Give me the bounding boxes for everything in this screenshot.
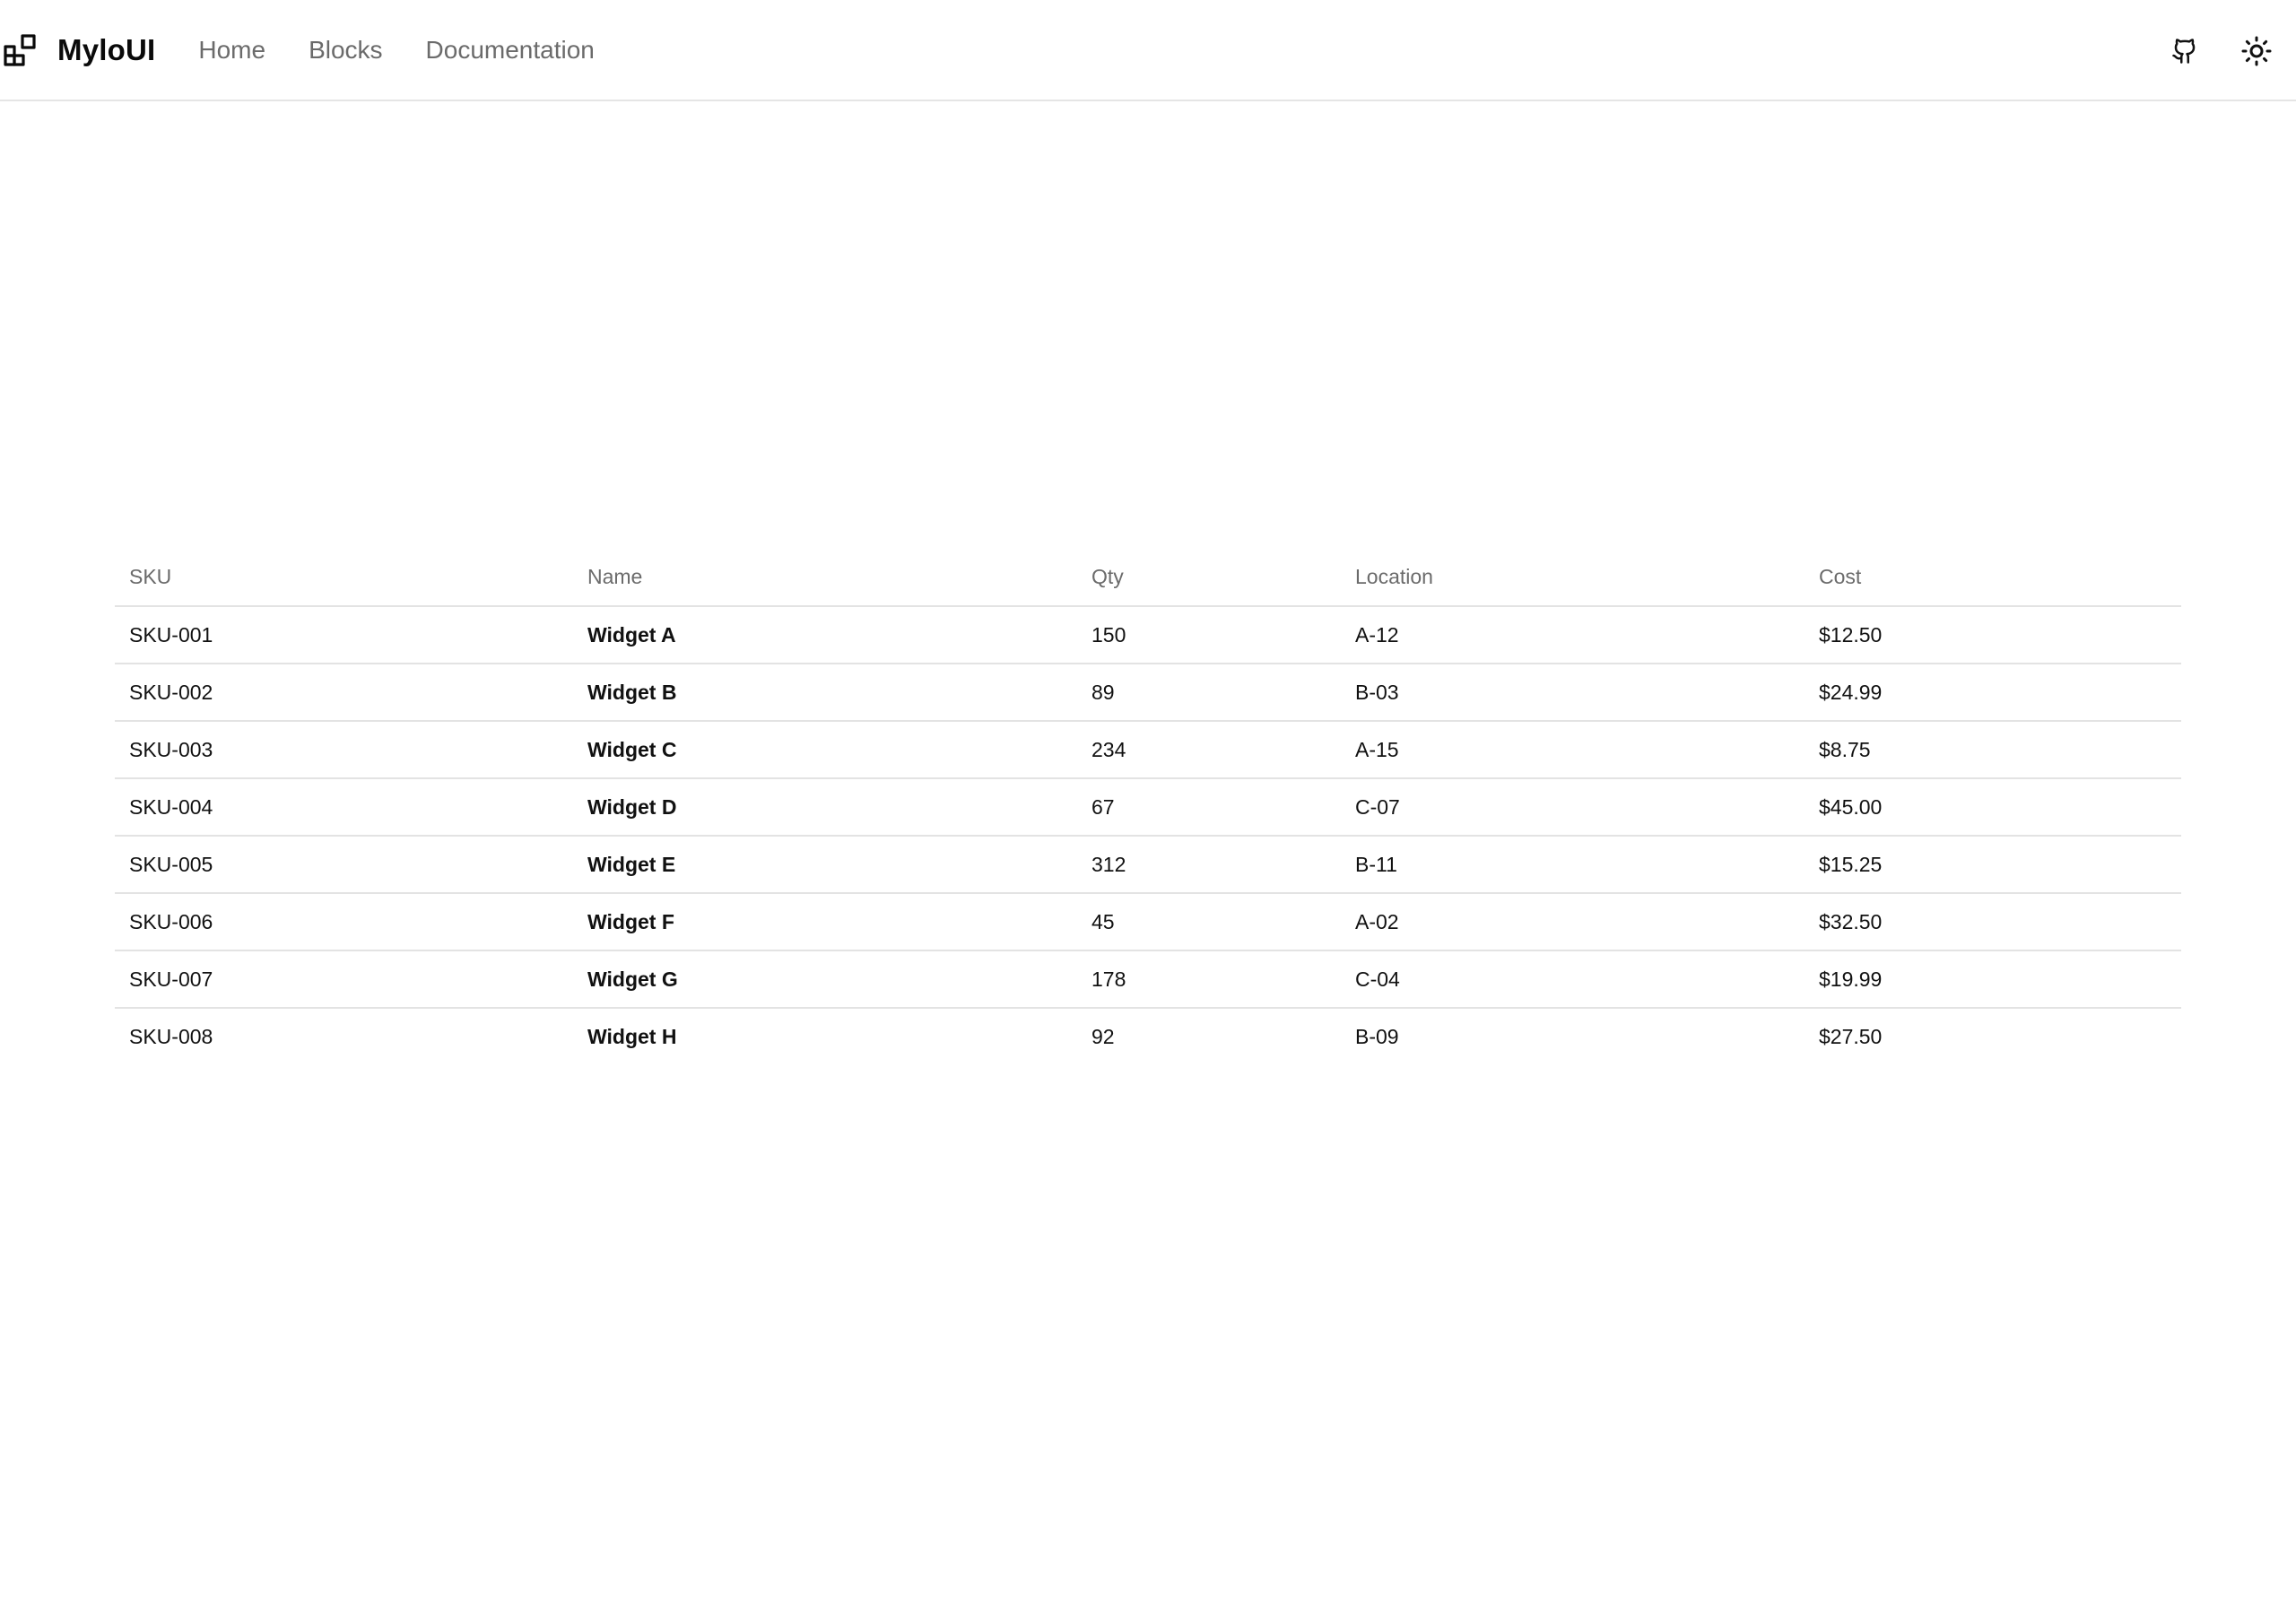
- cost-cell: $19.99: [1805, 950, 2181, 1009]
- table-row: SKU-001 Widget A 150 A-12 $12.50: [115, 606, 2181, 664]
- location-cell: B-03: [1341, 664, 1805, 722]
- table-row: SKU-003 Widget C 234 A-15 $8.75: [115, 721, 2181, 779]
- column-header-cost: Cost: [1805, 549, 2181, 607]
- location-cell: A-12: [1341, 606, 1805, 664]
- sku-cell: SKU-004: [115, 778, 573, 837]
- table-row: SKU-007 Widget G 178 C-04 $19.99: [115, 950, 2181, 1009]
- github-button[interactable]: [2163, 30, 2206, 73]
- brand-logo-link[interactable]: MyloUI: [2, 0, 155, 100]
- name-cell: Widget B: [573, 664, 1077, 722]
- blocks-logo-icon: [4, 33, 36, 66]
- name-cell: Widget E: [573, 836, 1077, 894]
- column-header-location: Location: [1341, 549, 1805, 607]
- table-row: SKU-005 Widget E 312 B-11 $15.25: [115, 836, 2181, 894]
- location-cell: B-11: [1341, 836, 1805, 894]
- name-cell: Widget C: [573, 721, 1077, 779]
- location-cell: A-15: [1341, 721, 1805, 779]
- sku-cell: SKU-002: [115, 664, 573, 722]
- location-cell: C-07: [1341, 778, 1805, 837]
- cost-cell: $45.00: [1805, 778, 2181, 837]
- brand-name: MyloUI: [57, 32, 156, 66]
- name-cell: Widget F: [573, 893, 1077, 951]
- column-header-name: Name: [573, 549, 1077, 607]
- inventory-table-container: SKU Name Qty Location Cost SKU-001 Widget…: [115, 549, 2181, 1065]
- cost-cell: $8.75: [1805, 721, 2181, 779]
- nav-link-documentation[interactable]: Documentation: [426, 36, 595, 65]
- table-row: SKU-002 Widget B 89 B-03 $24.99: [115, 664, 2181, 722]
- table-row: SKU-008 Widget H 92 B-09 $27.50: [115, 1008, 2181, 1065]
- qty-cell: 92: [1091, 1025, 1115, 1048]
- header-actions: [2163, 0, 2296, 101]
- cost-cell: $24.99: [1805, 664, 2181, 722]
- qty-cell: 312: [1077, 836, 1341, 894]
- sku-cell: SKU-003: [115, 721, 573, 779]
- qty-cell: 150: [1077, 606, 1341, 664]
- name-cell: Widget D: [573, 778, 1077, 837]
- sku-cell: SKU-006: [115, 893, 573, 951]
- cost-cell: $12.50: [1805, 606, 2181, 664]
- github-icon: [2172, 38, 2196, 64]
- sku-cell: SKU-008: [129, 1025, 213, 1048]
- sun-icon: [2241, 36, 2272, 65]
- name-cell: Widget G: [573, 950, 1077, 1009]
- table-row: SKU-004 Widget D 67 C-07 $45.00: [115, 778, 2181, 837]
- top-navbar: MyloUI Home Blocks Documentation: [0, 0, 2296, 101]
- table-body: SKU-001 Widget A 150 A-12 $12.50 SKU-002 Widge…: [115, 606, 2181, 1065]
- nav-link-blocks[interactable]: Blocks: [309, 36, 382, 65]
- name-cell: Widget A: [573, 606, 1077, 664]
- location-cell: B-09: [1355, 1025, 1399, 1048]
- qty-cell: 234: [1077, 721, 1341, 779]
- location-cell: C-04: [1341, 950, 1805, 1009]
- table-row: SKU-006 Widget F 45 A-02 $32.50: [115, 893, 2181, 951]
- location-cell: A-02: [1341, 893, 1805, 951]
- qty-cell: 89: [1077, 664, 1341, 722]
- qty-cell: 178: [1077, 950, 1341, 1009]
- nav-link-home[interactable]: Home: [198, 36, 265, 65]
- main-nav: Home Blocks Documentation: [198, 36, 595, 65]
- cost-cell: $27.50: [1819, 1025, 1883, 1048]
- sku-cell: SKU-001: [115, 606, 573, 664]
- table-header-row: SKU Name Qty Location Cost: [115, 549, 2181, 607]
- theme-toggle-button[interactable]: [2235, 30, 2278, 73]
- column-header-sku: SKU: [115, 549, 573, 607]
- cost-cell: $32.50: [1805, 893, 2181, 951]
- sku-cell: SKU-005: [115, 836, 573, 894]
- qty-cell: 67: [1077, 778, 1341, 837]
- qty-cell: 45: [1077, 893, 1341, 951]
- sku-cell: SKU-007: [115, 950, 573, 1009]
- inventory-table: SKU Name Qty Location Cost SKU-001 Widget…: [115, 549, 2181, 1065]
- cost-cell: $15.25: [1805, 836, 2181, 894]
- name-cell: Widget H: [587, 1025, 677, 1048]
- column-header-qty: Qty: [1077, 549, 1341, 607]
